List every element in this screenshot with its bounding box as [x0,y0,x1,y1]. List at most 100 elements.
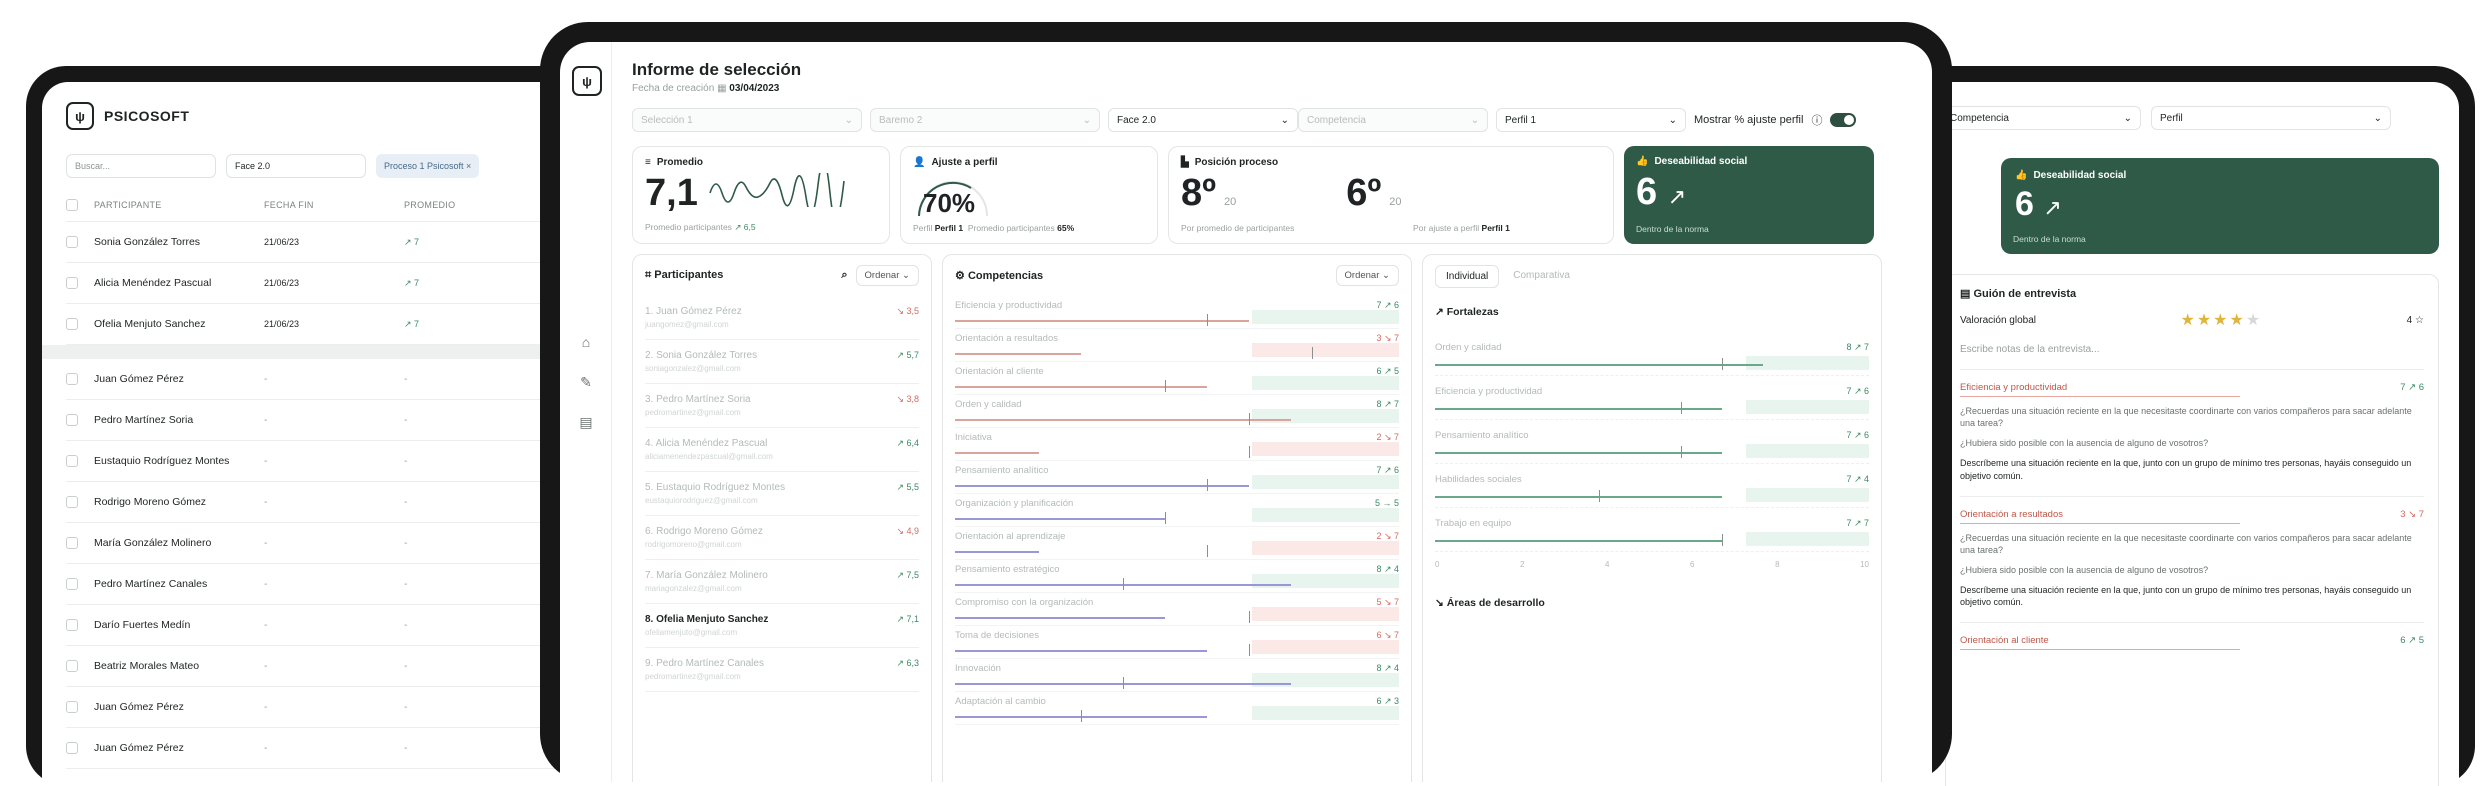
competencia-filter[interactable]: Competencia ⌄ [1298,108,1488,132]
list-item[interactable]: 8. Ofelia Menjuto Sanchez ofeliamenjuto@g… [645,604,919,648]
rating-stars[interactable]: ★★★★★ [2180,310,2262,330]
guion-section-title[interactable]: Orientación a resultados [1960,509,2240,524]
competencia-row[interactable]: Toma de decisiones 6 ↘ 7 [955,626,1399,659]
row-checkbox[interactable] [66,236,78,248]
competencia-select[interactable]: Competencia ⌄ [1941,106,2141,130]
ajuste-toggle[interactable] [1830,113,1857,127]
select-all-checkbox[interactable] [66,198,78,211]
ajuste-foot2: Promedio participantes [967,223,1055,233]
table-row[interactable]: Juan Gómez Pérez - - [66,359,586,400]
row-checkbox[interactable] [66,318,78,330]
row-checkbox[interactable] [66,619,78,631]
guion-section-title[interactable]: Orientación al cliente [1960,635,2240,651]
tab-comparativa[interactable]: Comparativa [1503,265,1580,288]
list-item[interactable]: 6. Rodrigo Moreno Gómez rodrigomoreno@gma… [645,516,919,560]
competencia-row[interactable]: Pensamiento estratégico 8 ↗ 4 [955,560,1399,593]
table-row[interactable]: Eustaquio Rodríguez Montes - - [66,441,586,482]
competencia-row[interactable]: Orientación al aprendizaje 2 ↘ 7 [955,527,1399,560]
table-row[interactable]: María González Molinero - - [66,523,586,564]
list-item[interactable]: 1. Juan Gómez Pérez juangomez@gmail.com ↘ … [645,296,919,340]
search-input[interactable]: Buscar... [66,154,216,178]
participant-date: 21/06/23 [264,278,300,288]
row-checkbox[interactable] [66,701,78,713]
tab-individual[interactable]: Individual [1435,265,1500,288]
fortaleza-value: 8 ↗ 7 [1846,342,1869,352]
table-row[interactable]: Sonia González Torres 21/06/23 ↗ 7 [66,222,586,263]
col-fecha[interactable]: FECHA FIN [264,200,404,210]
list-item[interactable]: 4. Alicia Menéndez Pascual aliciamenendez… [645,428,919,472]
competencia-row[interactable]: Compromiso con la organización 5 ↘ 7 [955,593,1399,626]
row-checkbox[interactable] [66,414,78,426]
perfil-select[interactable]: Perfil ⌄ [2151,106,2391,130]
pencil-icon[interactable]: ✎ [574,370,598,394]
phase-select[interactable]: Face 2.0 [226,154,366,178]
competencia-row[interactable]: Organización y planificación 5 → 5 [955,494,1399,527]
fortaleza-row[interactable]: Orden y calidad 8 ↗ 7 [1435,332,1869,376]
competencia-row[interactable]: Adaptación al cambio 6 ↗ 3 [955,692,1399,725]
table-row[interactable]: Rodrigo Moreno Gómez - - [66,482,586,523]
competencia-value: 7 ↗ 6 [1376,465,1399,475]
competencia-row[interactable]: Innovación 8 ↗ 4 [955,659,1399,692]
competencia-row[interactable]: Eficiencia y productividad 7 ↗ 6 [955,296,1399,329]
row-checkbox[interactable] [66,455,78,467]
fortaleza-row[interactable]: Trabajo en equipo 7 ↗ 7 [1435,508,1869,552]
table-row[interactable]: Darío Fuertes Medín - - [66,605,586,646]
participant-date: - [264,660,268,672]
star-icon[interactable]: ★ [2197,312,2213,329]
posicion-perfil: 6º 20 [1346,168,1401,212]
list-item[interactable]: 7. María González Molinero mariagonzalez@… [645,560,919,604]
list-item[interactable]: 5. Eustaquio Rodríguez Montes eustaquioro… [645,472,919,516]
table-row[interactable]: Juan Gómez Pérez - - [66,728,586,769]
order-button[interactable]: Ordenar ⌄ [1335,265,1399,286]
table-row[interactable]: Juan Gómez Pérez - - [66,687,586,728]
list-item[interactable]: 2. Sonia González Torres soniagonzalez@gm… [645,340,919,384]
competencia-row[interactable]: Pensamiento analítico 7 ↗ 6 [955,461,1399,494]
report-icon[interactable]: ▤ [574,410,598,434]
table-row[interactable]: Beatriz Morales Mateo - - [66,646,586,687]
info-icon[interactable]: ⓘ [1811,112,1822,128]
row-checkbox[interactable] [66,496,78,508]
search-icon[interactable]: ⌕ [841,269,847,282]
table-row[interactable]: Pedro Martínez Canales - - [66,564,586,605]
table-row[interactable]: Ofelia Menjuto Sanchez 21/06/23 ↗ 7 [66,304,586,345]
participant-name: 7. María González Molinero [645,570,768,581]
ajuste-title-text: Ajuste a perfil [931,157,998,168]
fortaleza-value: 7 ↗ 7 [1846,518,1869,528]
competencia-row[interactable]: Orden y calidad 8 ↗ 7 [955,395,1399,428]
guion-section-title[interactable]: Eficiencia y productividad [1960,382,2240,397]
list-item[interactable]: 9. Pedro Martínez Canales pedromartinez@g… [645,648,919,692]
row-checkbox[interactable] [66,578,78,590]
fortaleza-row[interactable]: Habilidades sociales 7 ↗ 4 [1435,464,1869,508]
perfil-filter[interactable]: Perfil 1 ⌄ [1496,108,1686,132]
star-icon[interactable]: ★ [2230,312,2246,329]
competencia-row[interactable]: Orientación a resultados 3 ↘ 7 [955,329,1399,362]
col-promedio[interactable]: PROMEDIO [404,200,524,210]
baremo-select[interactable]: Baremo 2 ⌄ [870,108,1100,132]
table-row[interactable]: Alicia Menéndez Pascual 21/06/23 ↗ 7 [66,263,586,304]
competencia-row[interactable]: Orientación al cliente 6 ↗ 5 [955,362,1399,395]
seleccion-label: Selección 1 [641,114,693,126]
competencia-value: 7 ↗ 6 [1376,300,1399,310]
row-checkbox[interactable] [66,660,78,672]
logo-icon[interactable]: ψ [572,66,602,96]
row-checkbox[interactable] [66,373,78,385]
col-participante[interactable]: PARTICIPANTE [94,200,264,210]
star-icon[interactable]: ★ [2213,312,2229,329]
star-icon[interactable]: ★ [2246,312,2262,329]
analysis-panel: Individual Comparativa ↗ Fortalezas Orde… [1422,254,1882,782]
row-checkbox[interactable] [66,742,78,754]
face-select[interactable]: Face 2.0 ⌄ [1108,108,1298,132]
list-item[interactable]: 3. Pedro Martínez Soria pedromartinez@gma… [645,384,919,428]
notes-input[interactable]: Escribe notas de la entrevista... [1960,344,2424,355]
order-button[interactable]: Ordenar ⌄ [855,265,919,286]
home-icon[interactable]: ⌂ [574,330,598,354]
fortaleza-row[interactable]: Pensamiento analítico 7 ↗ 6 [1435,420,1869,464]
fortaleza-row[interactable]: Eficiencia y productividad 7 ↗ 6 [1435,376,1869,420]
star-icon[interactable]: ★ [2180,312,2196,329]
row-checkbox[interactable] [66,537,78,549]
competencia-row[interactable]: Iniciativa 2 ↘ 7 [955,428,1399,461]
process-chip[interactable]: Proceso 1 Psicosoft × [376,154,480,178]
table-row[interactable]: Pedro Martínez Soria - - [66,400,586,441]
seleccion-select[interactable]: Selección 1 ⌄ [632,108,862,132]
row-checkbox[interactable] [66,277,78,289]
